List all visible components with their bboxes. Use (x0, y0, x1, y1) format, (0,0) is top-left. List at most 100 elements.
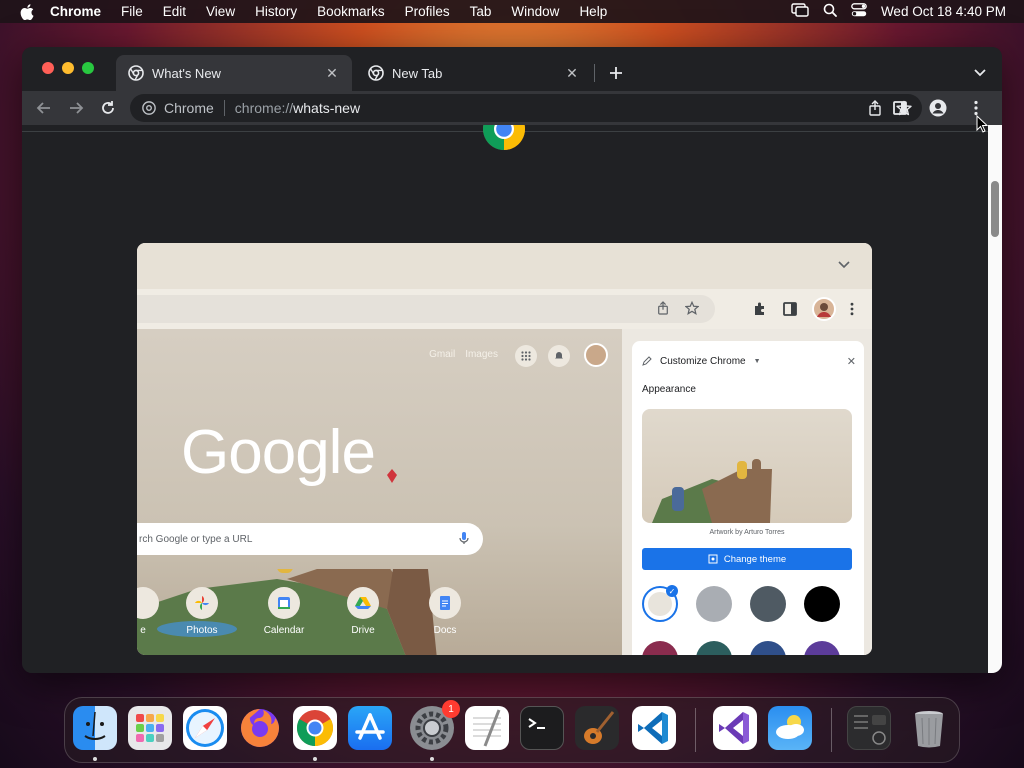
menu-profiles[interactable]: Profiles (405, 4, 450, 19)
app-store-icon[interactable] (348, 706, 392, 750)
notifications-bell-icon (548, 345, 570, 367)
close-panel-icon: ✕ (846, 355, 856, 368)
control-center-icon[interactable] (851, 3, 867, 20)
share-icon (658, 301, 668, 315)
apple-menu-icon[interactable] (18, 3, 36, 21)
firefox-icon[interactable] (238, 706, 282, 750)
menu-bookmarks[interactable]: Bookmarks (317, 4, 385, 19)
promo-shortcut-calendar: Calendar (254, 587, 314, 636)
dropdown-caret-icon: ▼ (753, 357, 761, 365)
tab-close-icon[interactable]: ✕ (324, 65, 340, 81)
zoom-window-button[interactable] (82, 62, 94, 74)
site-info-chip[interactable]: Chrome (142, 100, 225, 116)
customize-chrome-title: Customize Chrome (660, 355, 746, 367)
microphone-icon (459, 532, 469, 544)
page-scrollbar[interactable] (988, 125, 1002, 673)
dock-separator (695, 708, 696, 752)
bookmark-star-icon (685, 301, 699, 315)
color-swatch (696, 586, 732, 622)
address-bar[interactable]: Chrome chrome:// whats-new (130, 94, 922, 122)
trash-icon[interactable] (907, 706, 951, 750)
drive-icon (347, 587, 379, 619)
kebab-menu-icon (850, 302, 854, 316)
artwork-credit: Artwork by Arturo Torres (709, 529, 785, 536)
close-window-button[interactable] (42, 62, 54, 74)
new-tab-button[interactable] (604, 61, 628, 85)
pencil-icon (642, 356, 652, 366)
calendar-icon (268, 587, 300, 619)
plus-icon (610, 67, 622, 79)
forward-button[interactable] (62, 94, 90, 122)
menu-view[interactable]: View (206, 4, 235, 19)
running-indicator (430, 757, 434, 761)
menu-help[interactable]: Help (579, 4, 607, 19)
window-controls (42, 62, 94, 74)
shortcut-tile-icon (137, 587, 159, 619)
tab-whats-new[interactable]: What's New ✕ (116, 55, 352, 91)
docs-icon (429, 587, 461, 619)
terminal-icon[interactable] (520, 706, 564, 750)
promo-images-link: Images (465, 349, 498, 360)
browser-toolbar: Chrome chrome:// whats-new (22, 91, 1002, 125)
tab-title: What's New (152, 65, 221, 81)
kebab-menu-icon (974, 100, 978, 116)
kite-icon (387, 469, 397, 483)
screen-mirroring-icon[interactable] (791, 3, 809, 20)
forward-arrow-icon (70, 102, 84, 114)
chevron-down-icon (838, 261, 850, 269)
menu-bar: Chrome File Edit View History Bookmarks … (0, 0, 1024, 23)
apps-grid-icon (515, 345, 537, 367)
side-panel-button[interactable] (886, 94, 914, 122)
system-settings-icon[interactable]: 1 (410, 700, 460, 750)
menu-edit[interactable]: Edit (163, 4, 186, 19)
menu-history[interactable]: History (255, 4, 297, 19)
tab-strip: What's New ✕ New Tab ✕ (22, 47, 1002, 91)
customize-chrome-panel: Customize Chrome ▼ ✕ Appearance Artwork … (632, 341, 864, 655)
page-content: Gmail Images Google rch Google or type a… (22, 125, 988, 673)
promo-shortcut-docs: Docs (415, 587, 475, 636)
color-swatch-selected: ✓ (642, 585, 678, 622)
promo-tabstrip (137, 243, 872, 289)
textedit-icon[interactable] (465, 706, 509, 750)
promo-gmail-link: Gmail (429, 349, 456, 360)
downloads-stack-icon[interactable] (847, 706, 891, 750)
share-icon[interactable] (868, 100, 882, 116)
minimize-window-button[interactable] (62, 62, 74, 74)
menubar-clock[interactable]: Wed Oct 18 4:40 PM (881, 4, 1006, 19)
promo-new-tab-page: Gmail Images Google rch Google or type a… (137, 329, 622, 655)
url-scheme: chrome:// (234, 100, 294, 116)
weather-icon[interactable] (768, 706, 812, 750)
reload-button[interactable] (94, 94, 122, 122)
appearance-heading: Appearance (642, 384, 696, 395)
menu-tab[interactable]: Tab (470, 4, 492, 19)
customize-chrome-header: Customize Chrome ▼ ✕ (642, 351, 856, 371)
spotlight-search-icon[interactable] (823, 3, 837, 20)
color-swatch (750, 641, 786, 655)
menu-file[interactable]: File (121, 4, 143, 19)
tab-search-button[interactable] (970, 63, 990, 83)
tab-title: New Tab (392, 65, 443, 81)
vscode-icon[interactable] (632, 706, 676, 750)
chrome-logo-icon (482, 125, 526, 150)
chrome-icon[interactable] (293, 706, 337, 750)
promo-user-avatar (584, 343, 608, 367)
menu-chrome[interactable]: Chrome (50, 4, 101, 19)
tab-new-tab[interactable]: New Tab ✕ (356, 55, 592, 91)
finder-icon[interactable] (73, 706, 117, 750)
safari-icon[interactable] (183, 706, 227, 750)
promo-search-box: rch Google or type a URL (137, 523, 483, 555)
profile-button[interactable] (924, 94, 952, 122)
launchpad-icon[interactable] (128, 706, 172, 750)
shortcut-label: Drive (351, 625, 375, 636)
back-button[interactable] (30, 94, 58, 122)
theme-preview-image (642, 409, 852, 523)
garageband-icon[interactable] (575, 706, 619, 750)
visual-studio-icon[interactable] (713, 706, 757, 750)
image-frame-icon (708, 554, 718, 564)
checkmark-icon: ✓ (666, 585, 678, 597)
tab-close-icon[interactable]: ✕ (564, 65, 580, 81)
side-panel-icon (893, 101, 907, 115)
scrollbar-thumb[interactable] (991, 181, 999, 237)
menu-window[interactable]: Window (511, 4, 559, 19)
color-swatch (804, 641, 840, 655)
